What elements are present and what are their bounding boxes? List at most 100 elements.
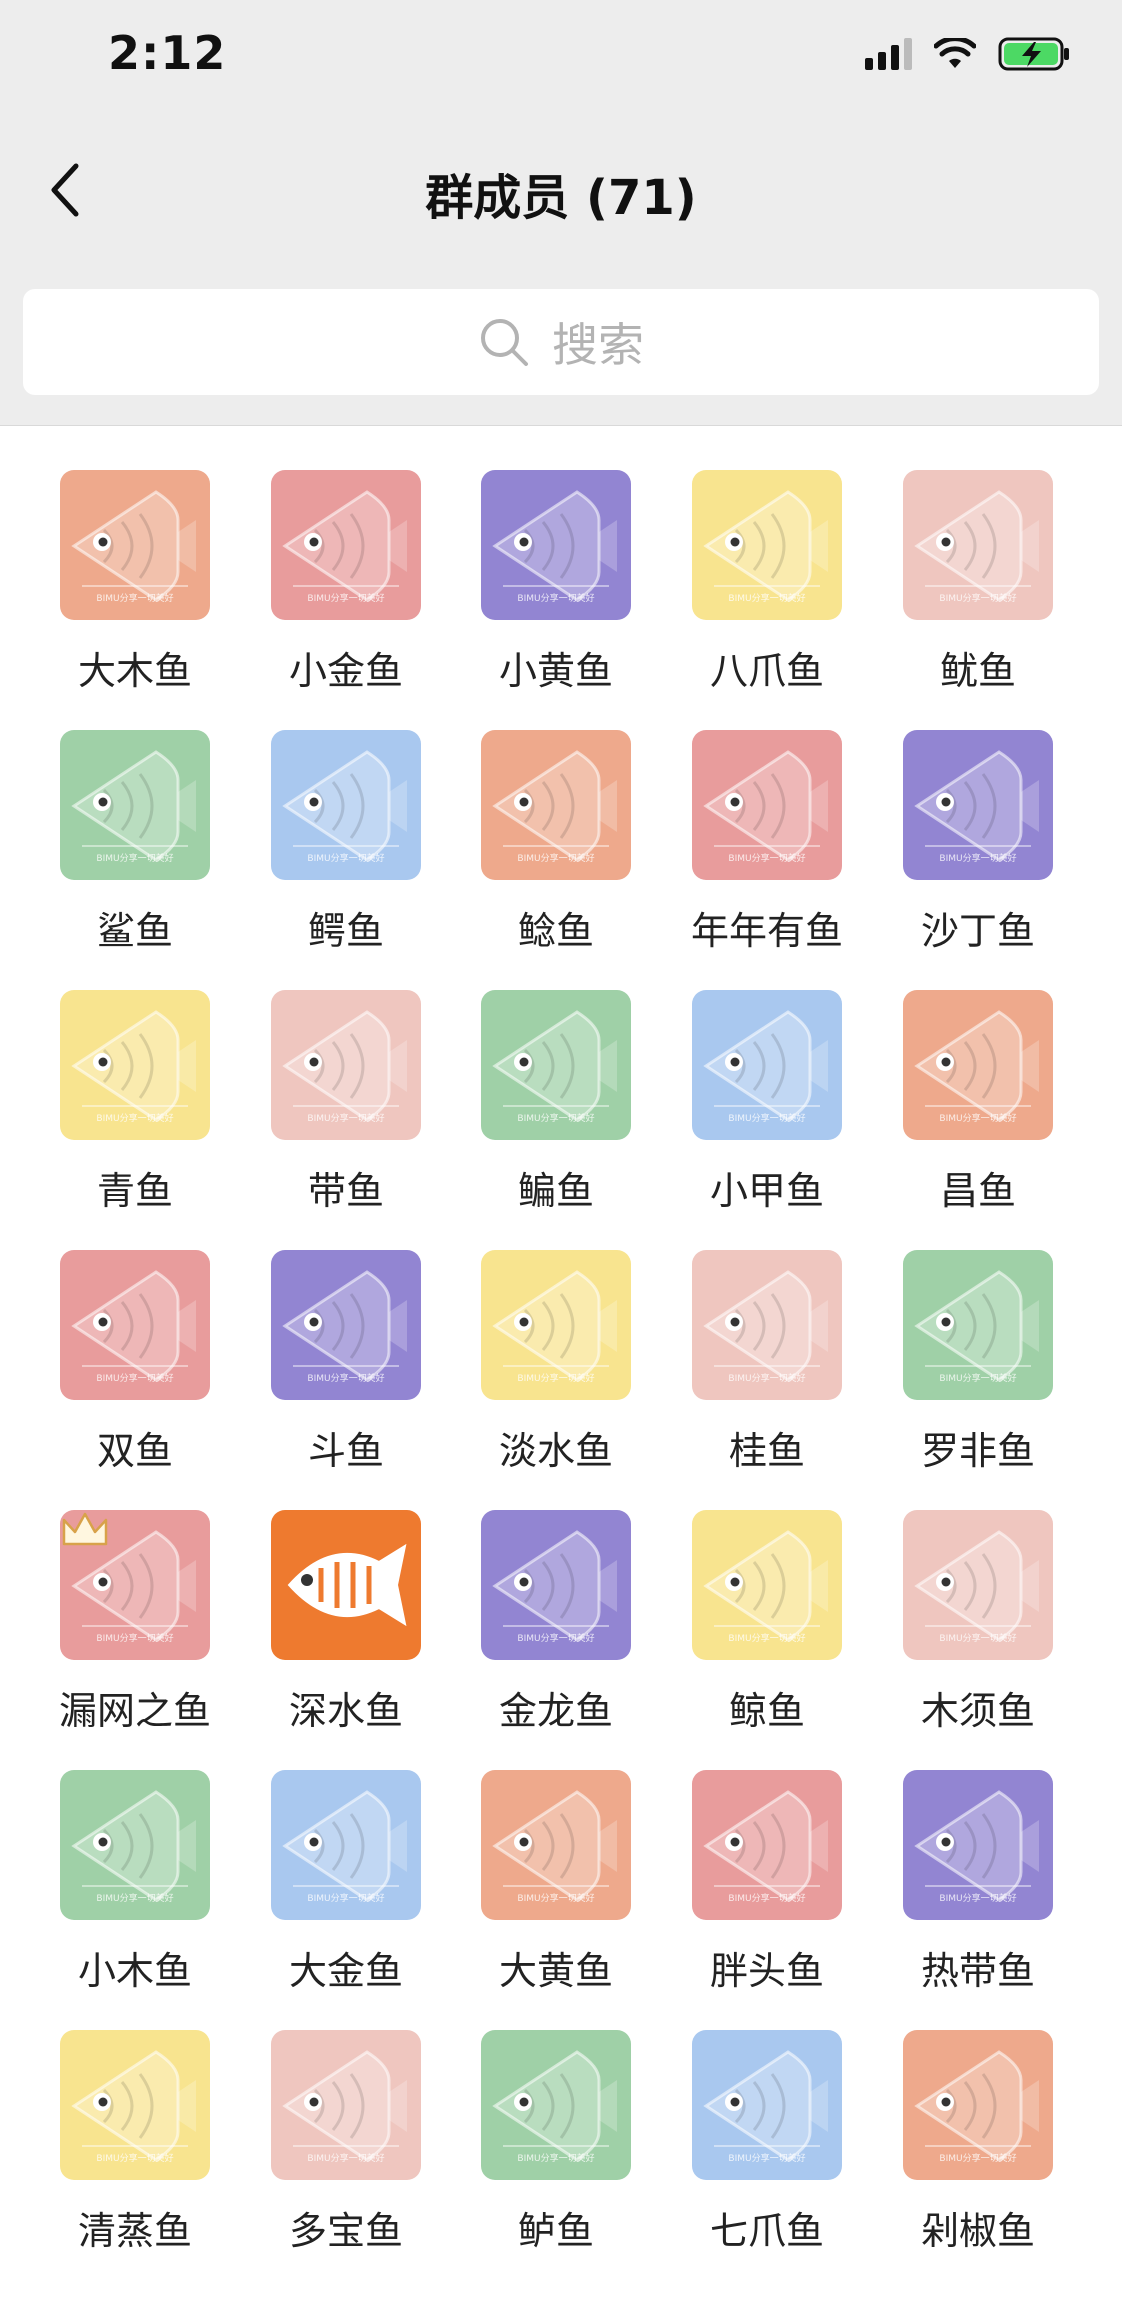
member-item[interactable]: BIMU分享一切美好 多宝鱼 xyxy=(241,2030,451,2255)
member-item[interactable]: BIMU分享一切美好 金龙鱼 xyxy=(451,1510,661,1735)
fish-icon: BIMU分享一切美好 xyxy=(492,1270,617,1384)
fish-icon: BIMU分享一切美好 xyxy=(703,750,828,864)
avatar-watermark: BIMU分享一切美好 xyxy=(728,1892,805,1904)
member-item[interactable]: BIMU分享一切美好小甲鱼 xyxy=(662,990,872,1215)
member-item[interactable]: 深水鱼 xyxy=(241,1510,451,1735)
member-avatar: BIMU分享一切美好 xyxy=(271,990,421,1140)
member-name: 小甲鱼 xyxy=(709,1169,824,1213)
fish-icon: BIMU分享一切美好 xyxy=(703,490,828,604)
member-item[interactable]: BIMU分享一切美好 鲶鱼 xyxy=(451,730,661,955)
member-item[interactable]: BIMU分享一切美好双鱼 xyxy=(30,1250,240,1475)
member-item[interactable]: BIMU分享一切美好 木须鱼 xyxy=(873,1510,1083,1735)
member-item[interactable]: BIMU分享一切美好 七爪鱼 xyxy=(662,2030,872,2255)
member-item[interactable]: BIMU分享一切美好 胖头鱼 xyxy=(662,1770,872,1995)
avatar-watermark: BIMU分享一切美好 xyxy=(517,592,594,604)
member-item[interactable]: BIMU分享一切美好 鲸鱼 xyxy=(662,1510,872,1735)
wifi-icon xyxy=(934,38,976,68)
avatar-watermark: BIMU分享一切美好 xyxy=(939,1892,1016,1904)
cellular-signal-icon xyxy=(865,38,912,70)
avatar-watermark: BIMU分享一切美好 xyxy=(307,592,384,604)
search-input[interactable]: 搜索 xyxy=(23,289,1099,395)
fish-icon: BIMU分享一切美好 xyxy=(914,2050,1039,2164)
member-avatar: BIMU分享一切美好 xyxy=(60,1250,210,1400)
avatar-watermark: BIMU分享一切美好 xyxy=(307,852,384,864)
fish-icon: BIMU分享一切美好 xyxy=(71,1270,196,1384)
member-item[interactable]: BIMU分享一切美好 剁椒鱼 xyxy=(873,2030,1083,2255)
member-avatar: BIMU分享一切美好 xyxy=(692,1770,842,1920)
member-item[interactable]: BIMU分享一切美好 昌鱼 xyxy=(873,990,1083,1215)
member-item[interactable]: BIMU分享一切美好斗鱼 xyxy=(241,1250,451,1475)
avatar-watermark: BIMU分享一切美好 xyxy=(728,592,805,604)
member-item[interactable]: BIMU分享一切美好 大木鱼 xyxy=(30,470,240,695)
member-item[interactable]: BIMU分享一切美好鳊鱼 xyxy=(451,990,661,1215)
member-name: 鲨鱼 xyxy=(96,909,173,953)
fish-icon: BIMU分享一切美好 xyxy=(703,1010,828,1124)
member-name: 大黄鱼 xyxy=(498,1949,613,1993)
member-item[interactable]: BIMU分享一切美好鱿鱼 xyxy=(873,470,1083,695)
member-item[interactable]: BIMU分享一切美好 大金鱼 xyxy=(241,1770,451,1995)
fish-icon: BIMU分享一切美好 xyxy=(282,1010,407,1124)
avatar-watermark: BIMU分享一切美好 xyxy=(307,2152,384,2164)
fish-icon: BIMU分享一切美好 xyxy=(914,1270,1039,1384)
member-item[interactable]: BIMU分享一切美好小金鱼 xyxy=(241,470,451,695)
avatar-watermark: BIMU分享一切美好 xyxy=(517,1892,594,1904)
avatar-watermark: BIMU分享一切美好 xyxy=(728,2152,805,2164)
avatar-watermark: BIMU分享一切美好 xyxy=(307,1372,384,1384)
fish-icon: BIMU分享一切美好 xyxy=(703,1530,828,1644)
member-item[interactable]: BIMU分享一切美好 小黄鱼 xyxy=(451,470,661,695)
avatar-watermark: BIMU分享一切美好 xyxy=(728,852,805,864)
status-time: 2:12 xyxy=(108,26,227,80)
member-name: 鱿鱼 xyxy=(939,649,1016,693)
member-name: 带鱼 xyxy=(307,1169,384,1213)
fish-icon: BIMU分享一切美好 xyxy=(492,1530,617,1644)
member-item[interactable]: BIMU分享一切美好 清蒸鱼 xyxy=(30,2030,240,2255)
member-name: 鲈鱼 xyxy=(517,2209,594,2253)
member-avatar: BIMU分享一切美好 xyxy=(692,990,842,1140)
avatar-watermark: BIMU分享一切美好 xyxy=(517,1112,594,1124)
member-item[interactable]: BIMU分享一切美好 淡水鱼 xyxy=(451,1250,661,1475)
avatar-watermark: BIMU分享一切美好 xyxy=(96,1632,173,1644)
member-name: 鳊鱼 xyxy=(517,1169,594,1213)
fish-icon: BIMU分享一切美好 xyxy=(282,490,407,604)
member-name: 小金鱼 xyxy=(288,649,403,693)
member-name: 木须鱼 xyxy=(920,1689,1035,1733)
member-item[interactable]: BIMU分享一切美好 沙丁鱼 xyxy=(873,730,1083,955)
member-item[interactable]: BIMU分享一切美好鲨鱼 xyxy=(30,730,240,955)
avatar-watermark: BIMU分享一切美好 xyxy=(939,592,1016,604)
member-item[interactable]: BIMU分享一切美好大黄鱼 xyxy=(451,1770,661,1995)
member-item[interactable]: BIMU分享一切美好 年年有鱼 xyxy=(662,730,872,955)
member-item[interactable]: BIMU分享一切美好带鱼 xyxy=(241,990,451,1215)
member-avatar: BIMU分享一切美好 xyxy=(60,470,210,620)
member-name: 双鱼 xyxy=(96,1429,173,1473)
member-avatar: BIMU分享一切美好 xyxy=(481,1250,631,1400)
fish-icon: BIMU分享一切美好 xyxy=(282,1790,407,1904)
member-item[interactable]: BIMU分享一切美好 鲈鱼 xyxy=(451,2030,661,2255)
member-avatar: BIMU分享一切美好 xyxy=(60,1510,210,1660)
member-avatar: BIMU分享一切美好 xyxy=(481,1510,631,1660)
member-item[interactable]: BIMU分享一切美好 热带鱼 xyxy=(873,1770,1083,1995)
member-name: 桂鱼 xyxy=(728,1429,805,1473)
member-avatar: BIMU分享一切美好 xyxy=(60,2030,210,2180)
member-item[interactable]: BIMU分享一切美好 小木鱼 xyxy=(30,1770,240,1995)
search-icon xyxy=(481,319,528,366)
member-name: 深水鱼 xyxy=(288,1689,403,1733)
fish-icon: BIMU分享一切美好 xyxy=(71,2050,196,2164)
member-name: 小木鱼 xyxy=(77,1949,192,1993)
member-item[interactable]: BIMU分享一切美好 八爪鱼 xyxy=(662,470,872,695)
fish-icon: BIMU分享一切美好 xyxy=(703,2050,828,2164)
avatar-watermark: BIMU分享一切美好 xyxy=(96,592,173,604)
avatar-watermark: BIMU分享一切美好 xyxy=(96,1372,173,1384)
member-item[interactable]: BIMU分享一切美好 青鱼 xyxy=(30,990,240,1215)
avatar-watermark: BIMU分享一切美好 xyxy=(728,1632,805,1644)
avatar-watermark: BIMU分享一切美好 xyxy=(96,852,173,864)
fish-icon: BIMU分享一切美好 xyxy=(492,1790,617,1904)
member-avatar: BIMU分享一切美好 xyxy=(692,470,842,620)
member-avatar: BIMU分享一切美好 xyxy=(903,990,1053,1140)
member-item[interactable]: BIMU分享一切美好 漏网之鱼 xyxy=(30,1510,240,1735)
member-avatar: BIMU分享一切美好 xyxy=(692,2030,842,2180)
fish-icon xyxy=(287,1543,407,1627)
member-item[interactable]: BIMU分享一切美好 罗非鱼 xyxy=(873,1250,1083,1475)
member-item[interactable]: BIMU分享一切美好 鳄鱼 xyxy=(241,730,451,955)
member-name: 斗鱼 xyxy=(307,1429,384,1473)
member-item[interactable]: BIMU分享一切美好 桂鱼 xyxy=(662,1250,872,1475)
